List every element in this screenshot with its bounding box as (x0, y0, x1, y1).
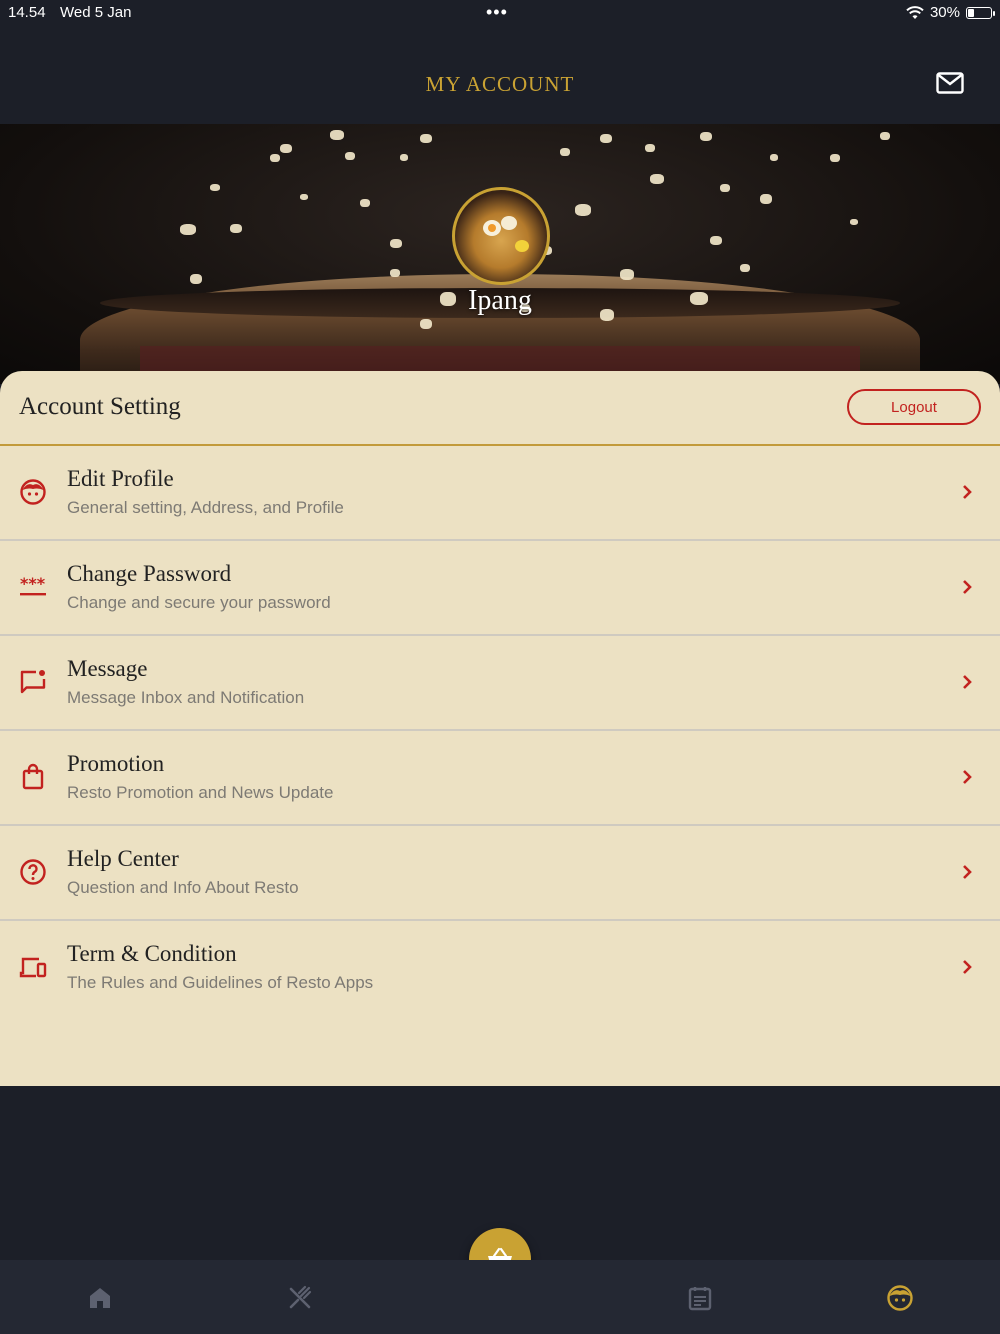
calendar-icon[interactable] (686, 1284, 714, 1312)
avatar-lemon (515, 240, 529, 252)
bottom-navigation (0, 1260, 1000, 1334)
grain-decoration (575, 204, 591, 216)
battery-level (968, 8, 974, 17)
grain-decoration (760, 194, 772, 204)
devices-icon (19, 957, 47, 978)
battery-icon (966, 6, 995, 19)
chevron-right-icon (963, 770, 972, 784)
menu-item-term-condition[interactable]: Term & Condition The Rules and Guideline… (0, 921, 1000, 1014)
grain-decoration (650, 174, 664, 184)
grain-decoration (400, 154, 408, 161)
grain-decoration (600, 134, 612, 143)
grain-decoration (720, 184, 730, 192)
menu-item-title: Term & Condition (67, 941, 237, 966)
menu-item-edit-profile[interactable]: Edit Profile General setting, Address, a… (0, 446, 1000, 541)
cutlery-icon[interactable] (286, 1284, 314, 1312)
grain-decoration (330, 130, 344, 140)
mail-icon[interactable] (936, 72, 964, 94)
menu-item-title: Message (67, 656, 148, 681)
menu-item-subtitle: Change and secure your password (67, 593, 331, 612)
menu-item-subtitle: Message Inbox and Notification (67, 688, 305, 707)
grain-decoration (880, 132, 890, 140)
grain-decoration (620, 269, 634, 280)
menu-item-promotion[interactable]: Promotion Resto Promotion and News Updat… (0, 731, 1000, 826)
app-header: MY ACCOUNT (0, 28, 1000, 124)
status-bar: 14.54 Wed 5 Jan ••• 30% (0, 0, 1000, 28)
status-date: Wed 5 Jan (60, 4, 132, 21)
chevron-right-icon (963, 960, 972, 974)
menu-item-title: Edit Profile (67, 466, 174, 491)
chevron-right-icon (963, 580, 972, 594)
chevron-right-icon (963, 485, 972, 499)
avatar-egg (501, 216, 517, 230)
grain-decoration (390, 269, 400, 277)
wifi-icon (906, 5, 924, 19)
grain-decoration (360, 199, 370, 207)
grain-decoration (770, 154, 778, 161)
account-setting-header: Account Setting Logout (0, 371, 1000, 446)
profile-hero: Ipang (0, 124, 1000, 384)
grain-decoration (230, 224, 242, 233)
menu-item-message[interactable]: Message Message Inbox and Notification (0, 636, 1000, 731)
grain-decoration (190, 274, 202, 284)
menu-item-subtitle: Resto Promotion and News Update (67, 783, 334, 802)
grain-decoration (830, 154, 840, 162)
chevron-right-icon (963, 675, 972, 689)
grain-decoration (280, 144, 292, 153)
grain-decoration (850, 219, 858, 225)
grain-decoration (210, 184, 220, 191)
battery-percent: 30% (929, 4, 960, 21)
grain-decoration (560, 148, 570, 156)
grain-decoration (710, 236, 722, 245)
grain-decoration (345, 152, 355, 160)
grain-decoration (645, 144, 655, 152)
grain-decoration (740, 264, 750, 272)
face-icon[interactable] (886, 1284, 914, 1312)
profile-name: Ipang (468, 285, 532, 316)
avatar[interactable] (452, 187, 550, 285)
status-time: 14.54 (8, 4, 46, 21)
grain-decoration (300, 194, 308, 200)
menu-item-title: Change Password (67, 561, 232, 586)
logout-button[interactable]: Logout (847, 389, 981, 425)
menu-item-change-password[interactable]: *** Change Password Change and secure yo… (0, 541, 1000, 636)
svg-text:***: *** (20, 574, 46, 593)
menu-item-title: Help Center (67, 846, 179, 871)
grain-decoration (180, 224, 196, 235)
shopping-bag-icon (22, 763, 44, 790)
grain-decoration (390, 239, 402, 248)
menu-item-subtitle: The Rules and Guidelines of Resto Apps (67, 973, 374, 992)
page-title: MY ACCOUNT (425, 72, 575, 96)
avatar-egg (483, 220, 501, 236)
help-icon (20, 859, 46, 885)
grain-decoration (420, 319, 432, 329)
grain-decoration (270, 154, 280, 162)
menu-item-help-center[interactable]: Help Center Question and Info About Rest… (0, 826, 1000, 921)
menu-item-subtitle: General setting, Address, and Profile (67, 498, 344, 517)
grain-decoration (700, 132, 712, 141)
grain-decoration (420, 134, 432, 143)
multitasking-dots-icon[interactable]: ••• (486, 2, 508, 23)
face-icon (20, 479, 46, 505)
password-icon: *** (20, 574, 46, 596)
account-setting-title: Account Setting (19, 393, 181, 420)
message-icon (20, 670, 46, 694)
account-menu: Edit Profile General setting, Address, a… (0, 446, 1000, 1014)
menu-item-title: Promotion (67, 751, 165, 776)
chevron-right-icon (963, 865, 972, 879)
home-icon[interactable] (86, 1284, 114, 1312)
status-indicators: 30% (906, 4, 995, 21)
account-setting-panel: Account Setting Logout Edit Profile Gene… (0, 371, 1000, 1086)
menu-item-subtitle: Question and Info About Resto (67, 878, 299, 897)
